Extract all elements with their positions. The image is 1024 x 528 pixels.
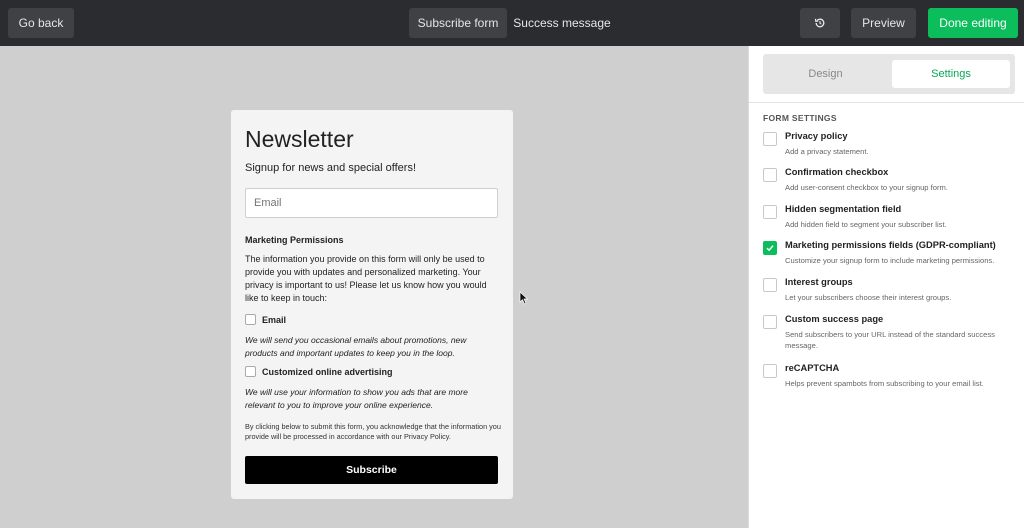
interest-groups-checkbox[interactable] bbox=[763, 278, 777, 292]
setting-desc: Let your subscribers choose their intere… bbox=[785, 293, 952, 302]
tab-success-message[interactable]: Success message bbox=[512, 8, 612, 38]
checkmark-icon bbox=[766, 245, 774, 252]
privacy-policy-checkbox[interactable] bbox=[763, 132, 777, 146]
setting-label: Custom success page bbox=[785, 314, 884, 324]
history-button[interactable] bbox=[800, 8, 840, 38]
setting-desc: Add user-consent checkbox to your signup… bbox=[785, 183, 948, 192]
setting-label: reCAPTCHA bbox=[785, 363, 840, 373]
setting-label: Marketing permissions fields (GDPR-compl… bbox=[785, 240, 996, 250]
marketing-permissions-checkbox[interactable] bbox=[763, 241, 777, 255]
recaptcha-checkbox[interactable] bbox=[763, 364, 777, 378]
ads-permission-checkbox[interactable] bbox=[245, 366, 256, 377]
panel-tab-switch: Design Settings bbox=[763, 54, 1015, 94]
ads-permission-desc: We will use your information to show you… bbox=[245, 387, 468, 410]
hidden-segmentation-checkbox[interactable] bbox=[763, 205, 777, 219]
email-permission-checkbox[interactable] bbox=[245, 314, 256, 325]
form-settings-title: FORM SETTINGS bbox=[763, 113, 837, 123]
subscribe-button[interactable]: Subscribe bbox=[245, 456, 498, 484]
setting-label: Hidden segmentation field bbox=[785, 204, 902, 214]
top-bar: Go back Subscribe form Success message P… bbox=[0, 0, 1024, 46]
confirmation-checkbox-checkbox[interactable] bbox=[763, 168, 777, 182]
history-icon bbox=[814, 18, 825, 28]
signup-form-card[interactable]: Newsletter Signup for news and special o… bbox=[231, 110, 513, 499]
tab-settings[interactable]: Settings bbox=[892, 60, 1010, 88]
ads-permission-option[interactable]: Customized online advertising bbox=[245, 366, 393, 377]
tab-subscribe-form[interactable]: Subscribe form bbox=[409, 8, 507, 38]
panel-divider bbox=[749, 102, 1024, 103]
preview-button[interactable]: Preview bbox=[851, 8, 916, 38]
email-permission-option[interactable]: Email bbox=[245, 314, 286, 325]
settings-panel: Design Settings FORM SETTINGS Privacy po… bbox=[748, 46, 1024, 528]
setting-label: Confirmation checkbox bbox=[785, 167, 889, 177]
email-permission-label: Email bbox=[262, 314, 287, 325]
go-back-button[interactable]: Go back bbox=[8, 8, 74, 38]
setting-desc: Add hidden field to segment your subscri… bbox=[785, 220, 947, 229]
email-input[interactable] bbox=[245, 188, 498, 218]
marketing-permissions-text: The information you provide on this form… bbox=[245, 254, 487, 303]
tab-design[interactable]: Design bbox=[763, 60, 888, 88]
done-editing-button[interactable]: Done editing bbox=[928, 8, 1018, 38]
setting-desc: Add a privacy statement. bbox=[785, 147, 869, 156]
setting-desc: Send subscribers to your URL instead of … bbox=[785, 330, 995, 350]
email-permission-desc: We will send you occasional emails about… bbox=[245, 335, 467, 358]
form-subtitle: Signup for news and special offers! bbox=[245, 162, 417, 174]
setting-desc: Customize your signup form to include ma… bbox=[785, 256, 995, 265]
custom-success-page-checkbox[interactable] bbox=[763, 315, 777, 329]
setting-label: Interest groups bbox=[785, 277, 853, 287]
setting-label: Privacy policy bbox=[785, 131, 848, 141]
marketing-permissions-title: Marketing Permissions bbox=[245, 235, 344, 245]
form-title: Newsletter bbox=[245, 126, 354, 152]
ads-permission-label: Customized online advertising bbox=[262, 366, 393, 377]
legal-notice: By clicking below to submit this form, y… bbox=[245, 422, 501, 441]
mouse-cursor-icon bbox=[519, 291, 529, 305]
setting-desc: Helps prevent spambots from subscribing … bbox=[785, 379, 984, 388]
